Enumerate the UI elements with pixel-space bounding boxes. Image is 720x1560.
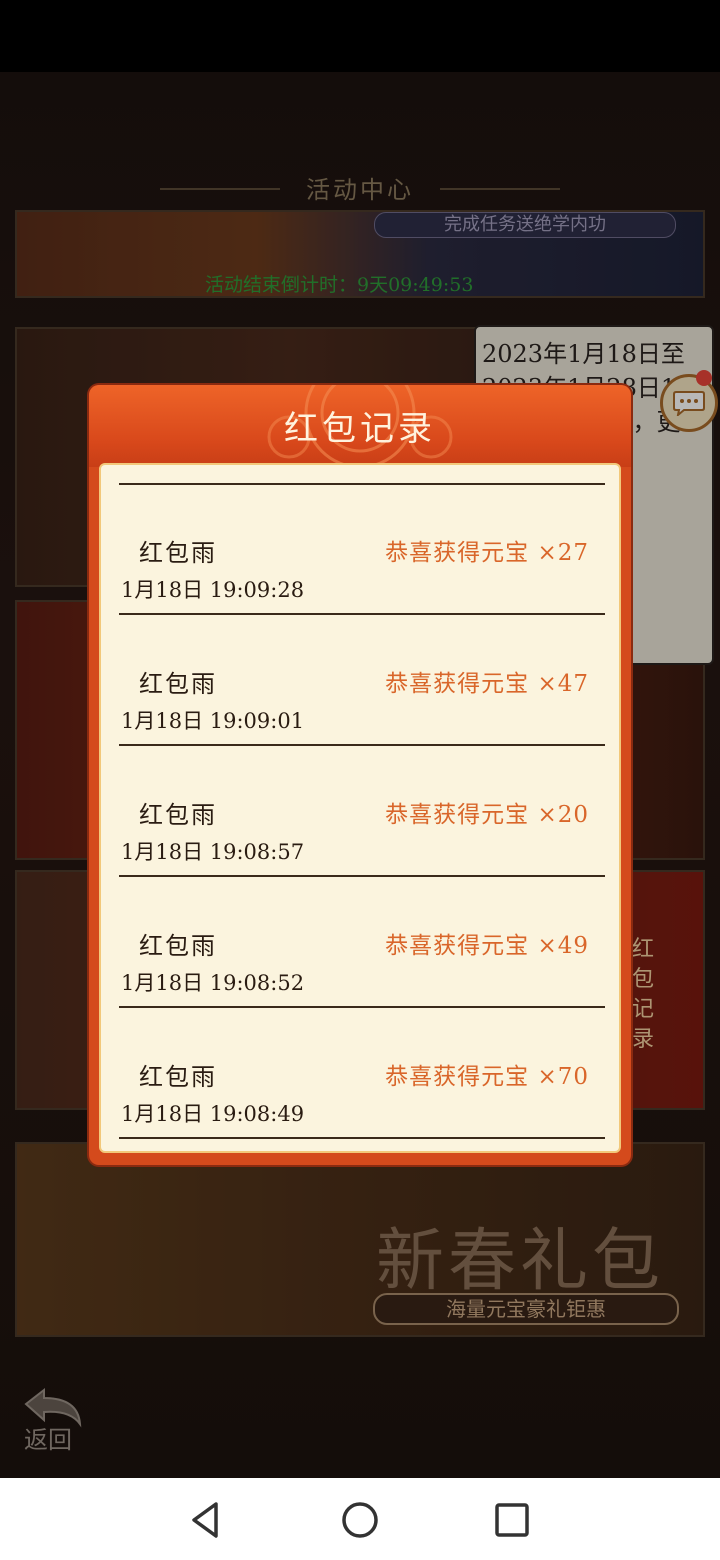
record-name: 红包雨 xyxy=(139,539,217,567)
modal-header: 红包记录 xyxy=(89,385,631,467)
record-reward: 恭喜获得元宝 ×49 xyxy=(385,933,589,959)
record-name: 红包雨 xyxy=(139,932,217,960)
record-time: 1月18日 19:08:57 xyxy=(121,840,305,864)
hongbao-record-modal: 红包记录 红包雨 恭喜获得元宝 ×27 1月18日 19:09:28 红包雨 恭… xyxy=(89,385,631,1165)
record-reward: 恭喜获得元宝 ×20 xyxy=(385,802,589,828)
record-name: 红包雨 xyxy=(139,1063,217,1091)
modal-title: 红包记录 xyxy=(284,409,436,449)
back-nav-icon[interactable] xyxy=(184,1498,228,1542)
record-list[interactable]: 红包雨 恭喜获得元宝 ×27 1月18日 19:09:28 红包雨 恭喜获得元宝… xyxy=(99,463,621,1153)
system-nav-bar xyxy=(0,1478,720,1560)
home-nav-icon[interactable] xyxy=(338,1498,382,1542)
record-time: 1月18日 19:09:28 xyxy=(121,578,305,602)
record-reward: 恭喜获得元宝 ×70 xyxy=(385,1064,589,1090)
record-time: 1月18日 19:09:01 xyxy=(121,709,305,733)
record-reward: 恭喜获得元宝 ×47 xyxy=(385,671,589,697)
record-time: 1月18日 19:08:49 xyxy=(121,1102,305,1126)
record-reward: 恭喜获得元宝 ×27 xyxy=(385,540,589,566)
list-divider xyxy=(119,1006,605,1008)
list-divider xyxy=(119,483,605,485)
record-time: 1月18日 19:08:52 xyxy=(121,971,305,995)
list-divider xyxy=(119,1137,605,1139)
list-divider xyxy=(119,613,605,615)
status-bar xyxy=(0,0,720,72)
list-divider xyxy=(119,744,605,746)
record-name: 红包雨 xyxy=(139,670,217,698)
record-name: 红包雨 xyxy=(139,801,217,829)
recents-nav-icon[interactable] xyxy=(490,1498,534,1542)
list-divider xyxy=(119,875,605,877)
